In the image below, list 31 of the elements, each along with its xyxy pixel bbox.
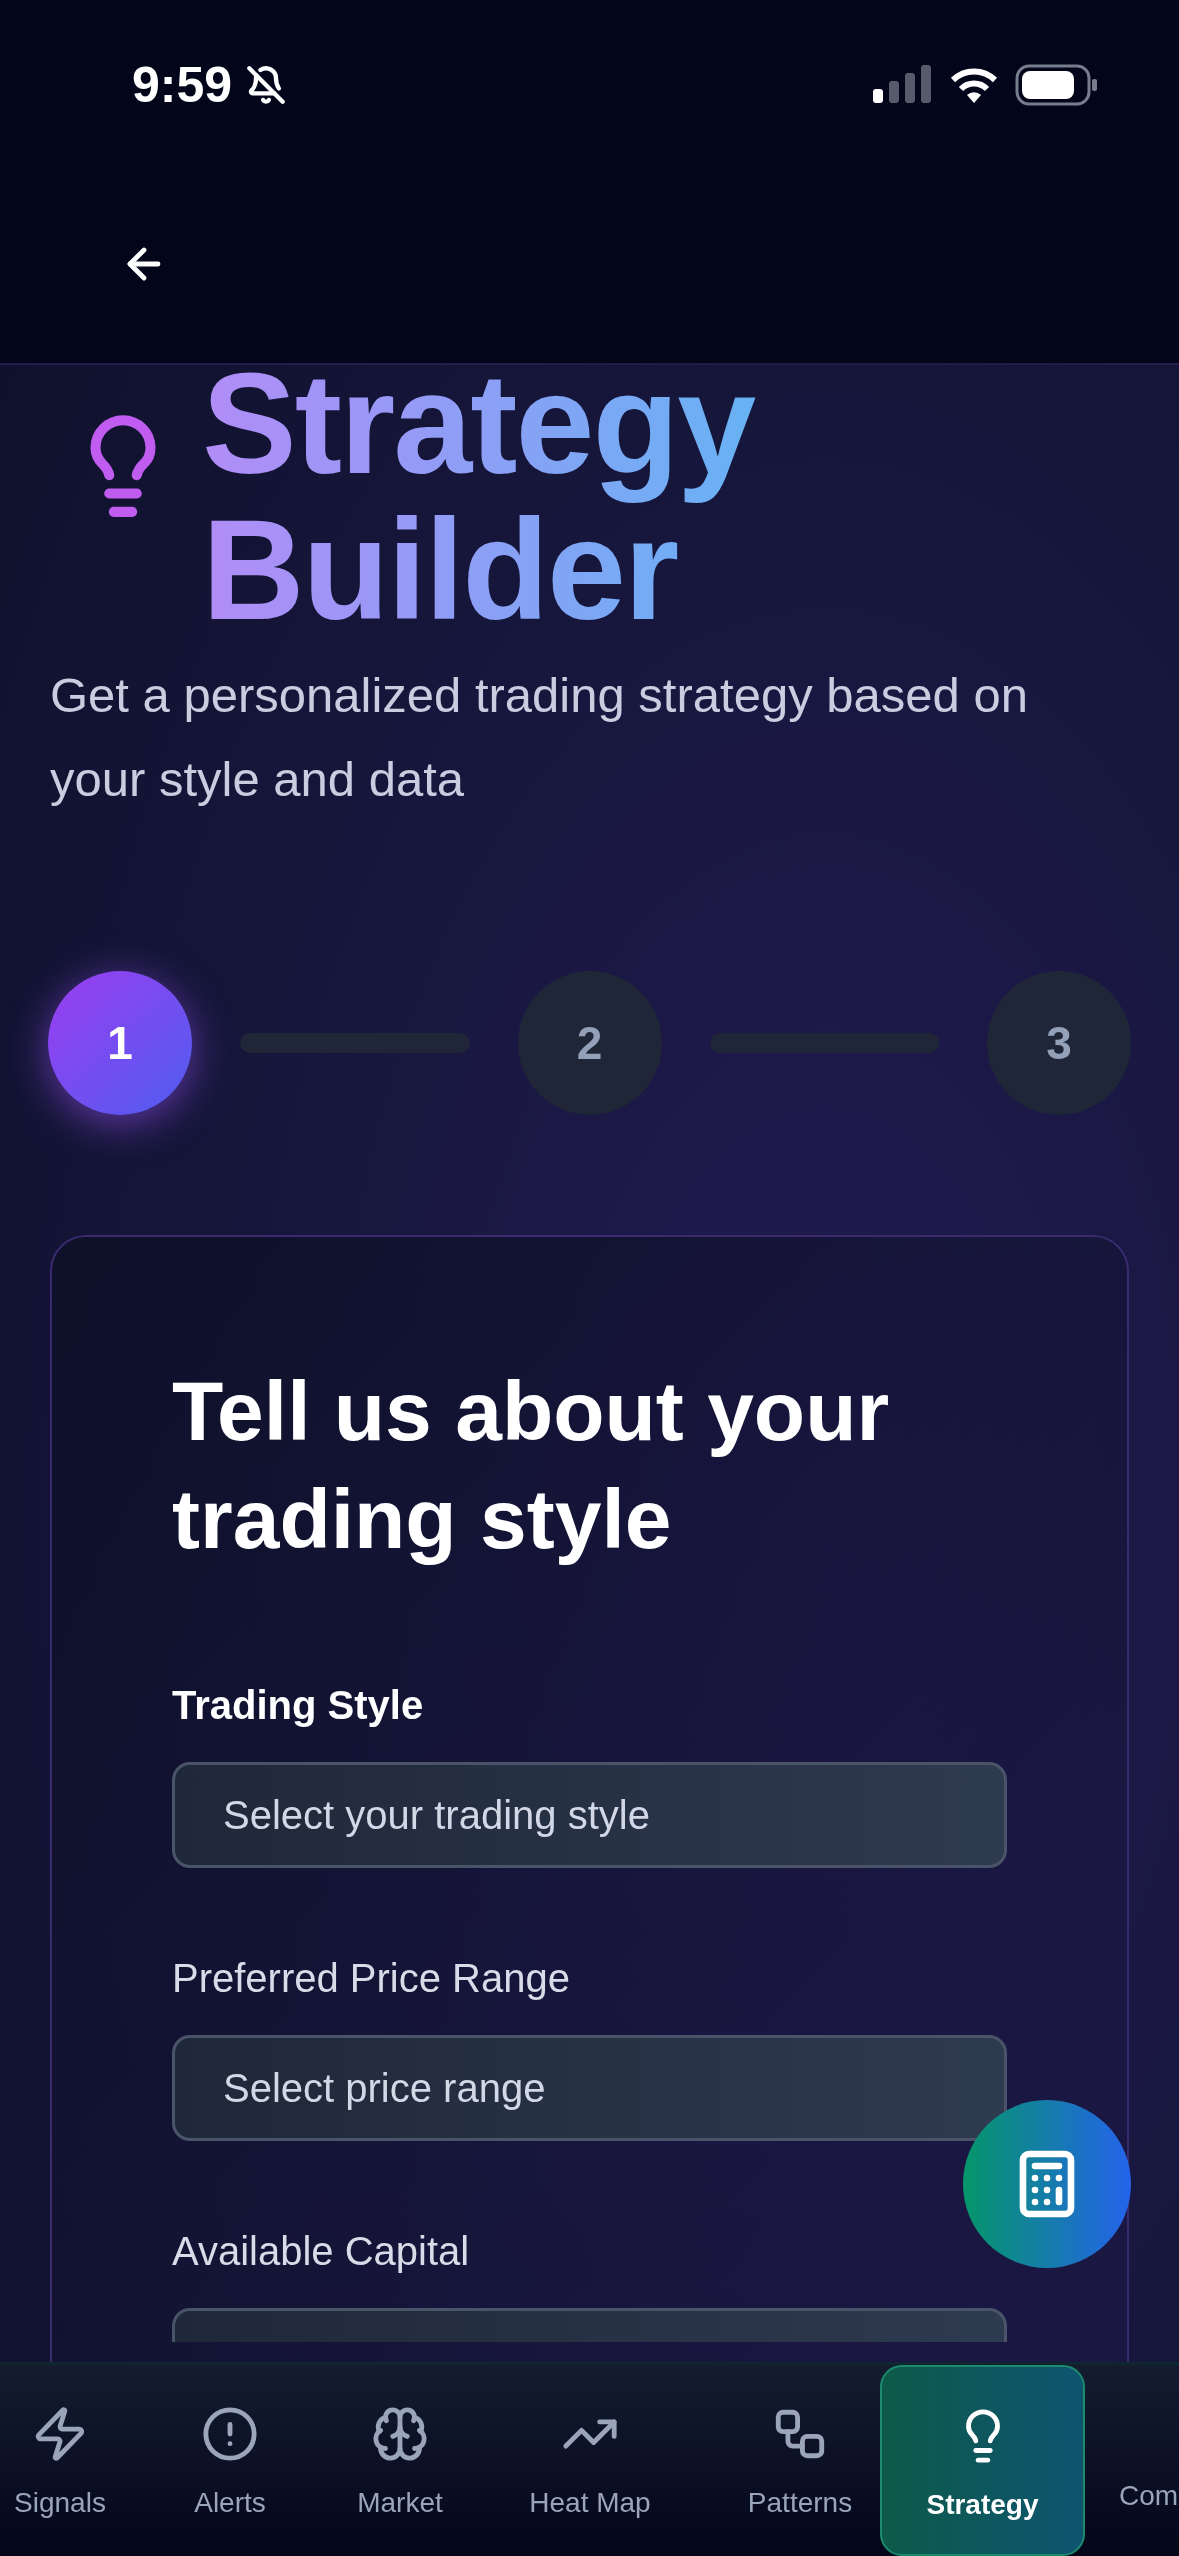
select-field[interactable] [172,2308,1007,2342]
nav-tab[interactable]: Market [340,2365,460,2556]
nav-label: Alerts [194,2487,266,2519]
alert-icon [201,2405,259,2463]
nav-label: Signals [14,2487,106,2519]
status-time: 9:59 [132,56,233,114]
nav-tab[interactable]: Heat Map [460,2365,720,2556]
bell-muted-icon [246,65,287,105]
nav-label: Strategy [926,2489,1039,2521]
nav-label: Heat Map [529,2487,651,2519]
nav-tab[interactable]: Strategy [880,2365,1085,2556]
nav-label: Com [1119,2480,1179,2512]
select-field[interactable]: Select your trading style [172,1762,1007,1868]
step-indicator: 1 [48,971,192,1115]
battery-icon [1015,64,1099,106]
select-field[interactable]: Select price range [172,2035,1007,2141]
step-indicator: 2 [517,971,662,1115]
nav-tab[interactable]: Com [1085,2365,1179,2556]
step-indicator: 3 [987,971,1131,1115]
nav-tab[interactable]: Alerts [120,2365,340,2556]
brain-icon [371,2405,429,2463]
nav-tab[interactable]: Signals [0,2365,120,2556]
card-heading: Tell us about your trading style [172,1363,891,1568]
field-label: Preferred Price Range [172,1956,571,2001]
page-subtitle: Get a personalized trading strategy based on your style and data [50,667,1029,808]
signal-icon [873,65,933,105]
nav-label: Market [357,2487,443,2519]
nav-tab[interactable]: Patterns [720,2365,880,2556]
nav-label: Patterns [747,2487,853,2519]
field-label: Available Capital [172,2229,471,2274]
field-label: Trading Style [172,1683,425,1728]
